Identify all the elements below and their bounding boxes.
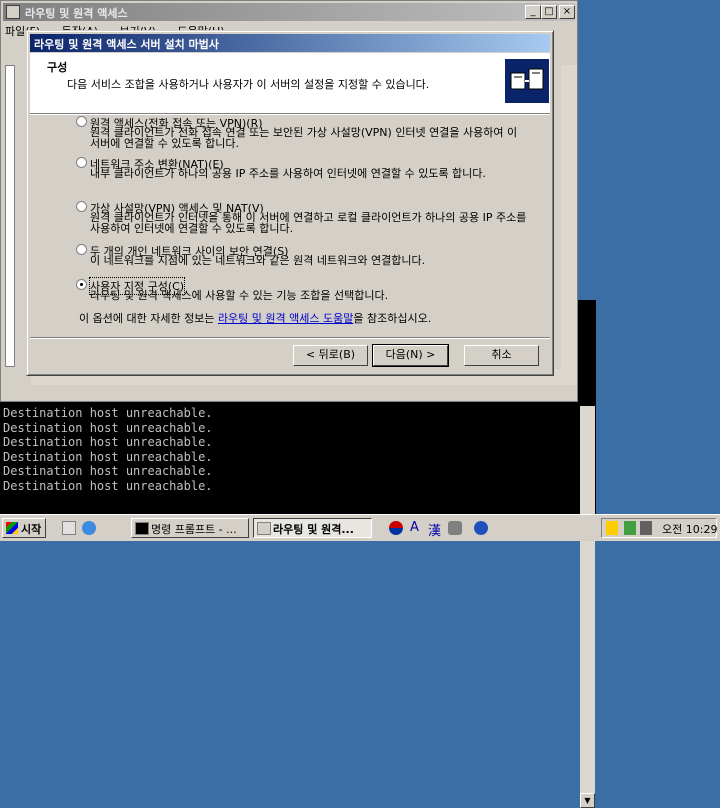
- console-line: Destination host unreachable.: [3, 435, 213, 449]
- radio-remote-access[interactable]: [76, 116, 87, 127]
- wizard-titlebar[interactable]: 라우팅 및 원격 액세스 서버 설치 마법사: [30, 34, 550, 52]
- taskbar: 시작 명령 프롬프트 - ... 라우팅 및 원격... A 漢 오전 10:2…: [0, 514, 720, 541]
- console-output: Destination host unreachable. Destination…: [3, 406, 213, 493]
- cancel-button[interactable]: 취소: [464, 345, 539, 366]
- input-mode-indicator[interactable]: A: [410, 520, 419, 535]
- wizard-header: 구성 다음 서비스 조합을 사용하거나 사용자가 이 서버의 설정을 지정할 수…: [30, 53, 550, 114]
- console-scrollbar[interactable]: ▼: [580, 406, 595, 808]
- show-desktop-icon[interactable]: [62, 521, 76, 535]
- close-button[interactable]: ×: [559, 5, 575, 19]
- clock[interactable]: 오전 10:29: [662, 521, 717, 537]
- option-description: 라우팅 및 원격 액세스에 사용할 수 있는 기능 조합을 선택합니다.: [90, 289, 389, 302]
- mmc-icon: [257, 522, 271, 535]
- windows-logo-icon: [6, 522, 18, 534]
- back-button[interactable]: < 뒤로(B): [293, 345, 368, 366]
- wizard-title: 라우팅 및 원격 액세스 서버 설치 마법사: [34, 38, 219, 51]
- setup-wizard-dialog: 라우팅 및 원격 액세스 서버 설치 마법사 구성 다음 서비스 조합을 사용하…: [26, 30, 554, 376]
- network-wizard-icon: [505, 59, 549, 103]
- console-line: Destination host unreachable.: [3, 406, 213, 420]
- system-tray: 오전 10:29: [601, 518, 717, 538]
- task-routing-remote-access[interactable]: 라우팅 및 원격...: [253, 518, 372, 538]
- start-button[interactable]: 시작: [2, 518, 46, 538]
- info-prefix: 이 옵션에 대한 자세한 정보는: [79, 312, 218, 325]
- console-line: Destination host unreachable.: [3, 464, 213, 478]
- mmc-titlebar[interactable]: 라우팅 및 원격 액세스 _ □ ×: [3, 3, 575, 21]
- option-description: 내부 클라이언트가 하나의 공용 IP 주소를 사용하여 인터넷에 연결할 수 …: [90, 167, 486, 180]
- task-label: 라우팅 및 원격...: [273, 523, 354, 536]
- ime-settings-icon[interactable]: [448, 521, 462, 535]
- help-icon[interactable]: [474, 521, 488, 535]
- console-line: Destination host unreachable.: [3, 449, 213, 464]
- cmd-icon: [135, 522, 149, 535]
- radio-custom-config[interactable]: [76, 279, 87, 290]
- radio-secure-connection[interactable]: [76, 244, 87, 255]
- volume-icon[interactable]: [640, 521, 652, 535]
- wizard-heading: 구성: [47, 61, 68, 74]
- next-button[interactable]: 다음(N) >: [372, 344, 449, 367]
- scroll-down-icon[interactable]: ▼: [580, 793, 595, 808]
- start-label: 시작: [21, 523, 42, 536]
- radio-vpn-nat[interactable]: [76, 201, 87, 212]
- security-shield-icon[interactable]: [606, 521, 618, 535]
- help-link[interactable]: 라우팅 및 원격 액세스 도움말: [218, 312, 353, 325]
- minimize-button[interactable]: _: [525, 5, 541, 19]
- task-command-prompt[interactable]: 명령 프롬프트 - ...: [131, 518, 249, 538]
- ime-chevron-icon[interactable]: [496, 521, 504, 535]
- console-line: Destination host unreachable.: [3, 478, 213, 493]
- hanja-indicator[interactable]: 漢: [428, 520, 441, 539]
- internet-explorer-icon[interactable]: [82, 521, 96, 535]
- maximize-button[interactable]: □: [541, 5, 557, 19]
- network-icon[interactable]: [624, 521, 636, 535]
- wizard-subtitle: 다음 서비스 조합을 사용하거나 사용자가 이 서버의 설정을 지정할 수 있습…: [67, 78, 430, 91]
- info-suffix: 을 참조하십시오.: [353, 312, 432, 325]
- mmc-vertical-scrollbar[interactable]: [561, 65, 577, 385]
- option-description: 원격 클라이언트가 인터넷을 통해 이 서버에 연결하고 로컬 클라이언트가 하…: [90, 211, 527, 235]
- mmc-title: 라우팅 및 원격 액세스: [25, 7, 128, 20]
- korean-ime-icon[interactable]: [389, 521, 403, 535]
- option-description: 이 네트워크를 지점에 있는 네트워크와 같은 원격 네트워크와 연결합니다.: [90, 254, 426, 267]
- task-label: 명령 프롬프트 - ...: [151, 523, 237, 536]
- radio-nat[interactable]: [76, 157, 87, 168]
- app-icon: [6, 5, 20, 19]
- option-description: 원격 클라이언트가 전화 접속 연결 또는 보안된 가상 사설망(VPN) 인터…: [90, 126, 518, 150]
- tree-pane[interactable]: [5, 65, 15, 367]
- console-line: Destination host unreachable.: [3, 420, 213, 435]
- button-divider-highlight: [30, 338, 550, 339]
- help-info-line: 이 옵션에 대한 자세한 정보는 라우팅 및 원격 액세스 도움말을 참조하십시…: [79, 310, 431, 326]
